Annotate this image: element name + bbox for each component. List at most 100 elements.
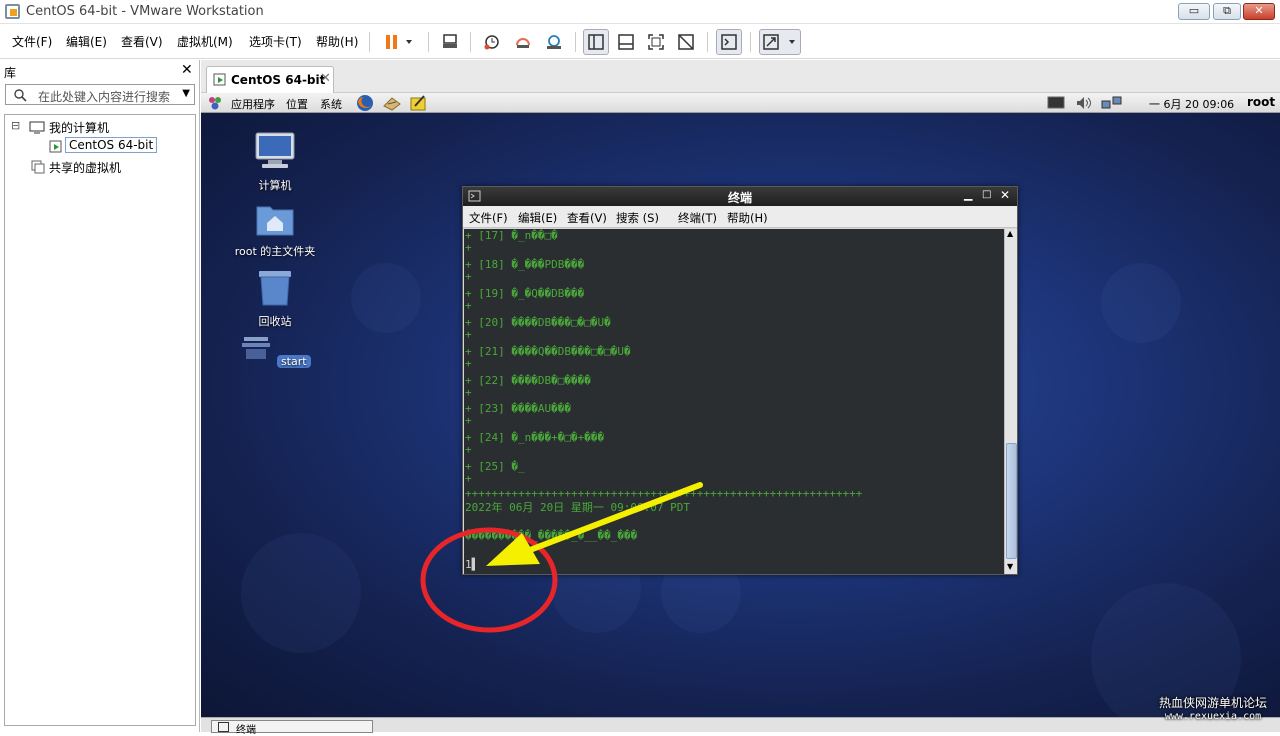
scroll-down-icon[interactable]: ▼ [1007,562,1013,571]
stretch-guest-button[interactable] [759,29,801,55]
terminal-line: + [465,472,472,485]
tree-item-shared[interactable]: 共享的虚拟机 [49,159,121,176]
window-title: CentOS 64-bit - VMware Workstation [26,4,264,19]
watermark: 热血侠网游单机论坛 www.rexuexia.com [1150,696,1276,724]
network-icon[interactable] [1101,95,1123,111]
trash-icon [259,271,291,306]
notes-editor-icon[interactable] [409,94,429,112]
tab-close-button[interactable]: ✕ [320,71,331,86]
console-view-button[interactable] [716,29,742,55]
script-icon [242,337,271,359]
terminal-line: ++++++++++++++++++++++++++++++++++++++++… [465,487,863,500]
library-search-input[interactable]: 在此处键入内容进行搜索 ▼ [5,84,195,105]
wallpaper-bubble [1101,263,1181,343]
terminal-line: + [20] ����DB���□�□�U� [465,316,611,329]
suspend-button[interactable] [378,29,418,55]
terminal-menu-file[interactable]: 文件(F) [469,210,508,226]
desktop-icon-computer[interactable]: 计算机 [220,131,330,193]
toolbar-separator [750,32,751,52]
gnome-user-label[interactable]: root [1247,95,1275,109]
terminal-window[interactable]: 终端 ▁ □ ✕ 文件(F) 编辑(E) 查看(V) 搜索 (S) 终端(T) … [462,186,1018,575]
taskbar-label: 终端 [236,725,256,736]
full-screen-button[interactable] [643,29,669,55]
toolbar-separator [470,32,471,52]
terminal-scrollbar[interactable]: ▲ ▼ [1004,229,1017,574]
gnome-menu-places[interactable]: 位置 [286,96,308,112]
gnome-menu-applications[interactable]: 应用程序 [231,96,275,112]
restore-button[interactable]: ⧉ [1213,3,1241,20]
desktop-icon-trash[interactable]: 回收站 [220,269,330,329]
close-window-button[interactable]: ✕ [1243,3,1275,20]
terminal-close-button[interactable]: ✕ [1000,188,1010,202]
desktop-icon-label: 回收站 [258,315,292,328]
terminal-line: + [465,241,472,254]
snapshot-manager-button[interactable] [541,29,567,55]
terminal-menu-terminal[interactable]: 终端(T) [678,210,717,226]
terminal-menu-edit[interactable]: 编辑(E) [518,210,557,226]
unity-mode-button[interactable] [673,29,699,55]
terminal-line: + [22] ����DB�□���� [465,374,591,387]
terminal-maximize-button[interactable]: □ [982,189,991,200]
terminal-screen[interactable]: + [17] �_n��□� + + [18] �_���PDB��� + + … [464,229,1004,574]
terminal-line: + [465,414,472,427]
menu-edit[interactable]: 编辑(E) [66,33,107,50]
terminal-title: 终端 [727,191,752,205]
menu-tabs[interactable]: 选项卡(T) [249,33,302,50]
tree-item-my-computer[interactable]: 我的计算机 [49,119,109,136]
terminal-menu-search[interactable]: 搜索 (S) [616,210,659,226]
tab-label: CentOS 64-bit [231,73,326,87]
terminal-line: 2022年 06月 20日 星期一 09:06:07 PDT [465,501,690,514]
unity-icon [678,34,694,50]
gnome-clock[interactable]: 一 6月 20 09:06 [1149,96,1234,112]
search-dropdown-icon[interactable]: ▼ [182,88,190,99]
desktop-icon-label: start [276,355,311,368]
scrollbar-thumb[interactable] [1006,443,1017,559]
taskbar-terminal-button[interactable]: 终端 [211,720,373,736]
thumbnail-bar-button[interactable] [613,29,639,55]
menu-file[interactable]: 文件(F) [12,33,52,50]
terminal-line: + [25] �_ [465,460,525,473]
menu-help[interactable]: 帮助(H) [316,33,358,50]
menu-view[interactable]: 查看(V) [121,33,163,50]
scroll-up-icon[interactable]: ▲ [1007,229,1013,238]
gnome-menu-system[interactable]: 系统 [320,96,342,112]
desktop-icon-home[interactable]: root 的主文件夹 [220,201,330,259]
revert-icon [516,38,530,48]
terminal-line: + [465,357,472,370]
send-ctrl-alt-del-button[interactable] [437,29,463,55]
display-applet-icon[interactable] [1047,95,1067,111]
terminal-titlebar[interactable]: 终端 ▁ □ ✕ [463,187,1017,206]
show-library-button[interactable] [583,29,609,55]
desktop-icon-start[interactable]: start [220,335,330,368]
revert-snapshot-button[interactable] [510,29,536,55]
tree-collapse-icon[interactable]: ⊟ [11,119,20,132]
guest-bottom-panel: 终端 [201,717,1280,736]
terminal-line: + [18] �_���PDB��� [465,258,585,271]
library-panel: 库 ✕ 在此处键入内容进行搜索 ▼ ⊟ 我的计算机 CentOS 64-bit … [0,60,200,732]
tab-centos[interactable]: CentOS 64-bit ✕ [206,66,334,93]
keyboard-icon [443,34,457,48]
terminal-prompt-line[interactable]: 1▌ [465,558,478,571]
mail-client-icon[interactable] [382,94,402,112]
terminal-minimize-button[interactable]: ▁ [964,188,972,201]
minimize-button[interactable]: ▭ [1178,3,1210,20]
watermark-text: 热血侠网游单机论坛 [1158,696,1267,710]
snapshot-icon [484,35,499,50]
library-close-button[interactable]: ✕ [181,62,193,78]
take-snapshot-button[interactable] [479,29,505,55]
terminal-menu-view[interactable]: 查看(V) [567,210,607,226]
terminal-icon [218,722,229,732]
terminal-menubar: 文件(F) 编辑(E) 查看(V) 搜索 (S) 终端(T) 帮助(H) [463,206,1017,228]
snapshot-manager-icon [547,35,561,49]
terminal-menu-help[interactable]: 帮助(H) [727,210,768,226]
vm-tab-strip: CentOS 64-bit ✕ [201,60,1280,93]
terminal-line: + [21] ����Q��DB���□�□�U� [465,345,631,358]
library-tree: ⊟ 我的计算机 CentOS 64-bit 共享的虚拟机 [4,114,196,726]
firefox-icon[interactable] [355,93,375,113]
pause-icon [386,35,412,49]
wallpaper-bubble [241,533,361,653]
volume-icon[interactable] [1075,95,1095,111]
terminal-line: + [465,386,472,399]
menu-vm[interactable]: 虚拟机(M) [177,33,233,50]
tree-item-centos[interactable]: CentOS 64-bit [65,137,158,153]
